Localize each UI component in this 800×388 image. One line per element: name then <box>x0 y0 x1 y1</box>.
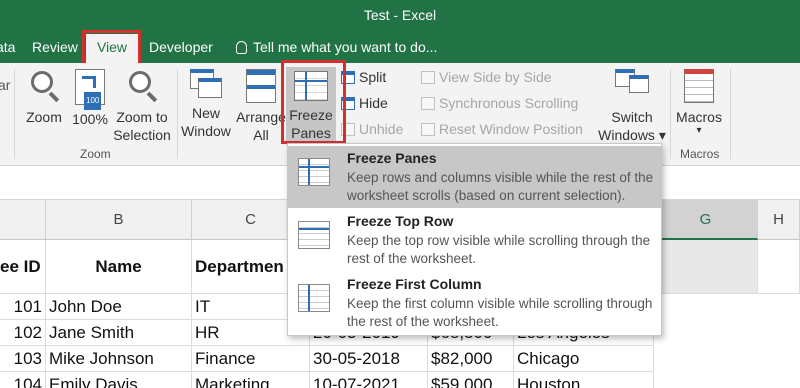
split-button[interactable]: Split <box>341 69 386 85</box>
cell-id[interactable]: 102 <box>0 320 46 346</box>
switch-windows-label-1: Switch <box>611 109 653 125</box>
menu-item-title: Freeze Top Row <box>347 213 454 229</box>
cell-header-id[interactable]: ee ID <box>0 240 46 294</box>
column-header-a[interactable] <box>0 200 46 240</box>
switch-windows-label-2: Windows ▾ <box>598 127 666 143</box>
cell-g-selected[interactable] <box>654 240 758 294</box>
cell-id[interactable]: 103 <box>0 346 46 372</box>
column-header-h[interactable]: H <box>758 200 800 240</box>
macros-label: Macros <box>676 109 722 125</box>
tell-me-search[interactable]: Tell me what you want to do... <box>236 39 437 55</box>
arrange-all-label-1: Arrange <box>236 109 286 125</box>
cell-date[interactable]: 10-07-2021 <box>310 372 428 388</box>
group-separator <box>730 69 731 159</box>
sync-scroll-icon <box>421 97 435 110</box>
hide-button[interactable]: Hide <box>341 95 388 111</box>
unhide-label: Unhide <box>359 121 404 137</box>
reset-position-icon <box>421 123 435 136</box>
zoom-to-selection-button[interactable]: Zoom to Selection <box>112 69 172 144</box>
freeze-panes-highlight <box>281 60 346 144</box>
cell-name[interactable]: Jane Smith <box>46 320 192 346</box>
switch-windows-button[interactable]: Switch Windows ▾ <box>594 69 670 144</box>
freeze-first-column-icon <box>298 284 330 312</box>
unhide-button[interactable]: Unhide <box>341 121 403 137</box>
cell-h[interactable] <box>758 240 800 294</box>
zoom-to-selection-label-1: Zoom to <box>116 109 168 125</box>
cell-name[interactable]: Mike Johnson <box>46 346 192 372</box>
zoom-button[interactable]: Zoom <box>22 69 66 126</box>
reset-window-position-button[interactable]: Reset Window Position <box>421 121 583 137</box>
column-header-b[interactable]: B <box>46 200 192 240</box>
macros-button[interactable]: Macros ▾ <box>674 69 724 136</box>
zoom-label: Zoom <box>26 109 62 125</box>
macros-icon <box>684 69 714 103</box>
cell-name[interactable]: Emily Davis <box>46 372 192 388</box>
new-window-label-2: Window <box>181 123 231 139</box>
menu-item-title: Freeze First Column <box>347 276 482 292</box>
arrange-all-button[interactable]: Arrange All <box>234 69 288 144</box>
macros-dropdown-arrow: ▾ <box>696 125 702 136</box>
view-side-by-side-button[interactable]: View Side by Side <box>421 69 552 85</box>
menu-item-description: Keep the top row visible while scrolling… <box>347 233 651 266</box>
cell-department[interactable]: Finance <box>192 346 310 372</box>
reset-position-label: Reset Window Position <box>439 121 583 137</box>
window-title: Test - Excel <box>363 7 437 23</box>
new-window-icon <box>190 69 222 99</box>
lightbulb-icon <box>236 41 247 54</box>
menu-item-freeze-top-row[interactable]: Freeze Top Row Keep the top row visible … <box>288 209 661 271</box>
zoom-group-label: Zoom <box>80 147 111 161</box>
new-window-button[interactable]: New Window <box>180 69 232 140</box>
menu-item-freeze-panes[interactable]: Freeze Panes Keep rows and columns visib… <box>288 146 661 208</box>
tab-data[interactable]: ata <box>0 39 15 55</box>
zoom-selection-icon <box>127 69 158 103</box>
cell-id[interactable]: 104 <box>0 372 46 388</box>
tab-review[interactable]: Review <box>32 39 78 55</box>
view-tab-highlight <box>82 30 141 66</box>
menu-item-description: Keep the first column visible while scro… <box>347 296 653 329</box>
menu-item-description: Keep rows and columns visible while the … <box>347 170 654 203</box>
cell-salary[interactable]: $59,000 <box>428 372 514 388</box>
synchronous-scrolling-button[interactable]: Synchronous Scrolling <box>421 95 578 111</box>
freeze-panes-menu: Freeze Panes Keep rows and columns visib… <box>287 143 662 336</box>
sync-scroll-label: Synchronous Scrolling <box>439 95 579 111</box>
cell-name[interactable]: John Doe <box>46 294 192 320</box>
cell-id[interactable]: 101 <box>0 294 46 320</box>
title-bar: Test - Excel <box>0 0 800 30</box>
ribbon-left-partial: ar <box>0 77 11 93</box>
group-separator <box>670 69 671 159</box>
zoom-to-selection-label-2: Selection <box>113 127 171 143</box>
side-by-side-icon <box>421 71 435 84</box>
zoom-100-button[interactable]: 100 100% <box>70 69 110 128</box>
zoom-100-label: 100% <box>72 111 108 127</box>
column-header-g[interactable]: G <box>654 200 758 240</box>
tab-developer[interactable]: Developer <box>149 39 213 55</box>
arrange-all-icon <box>246 69 276 103</box>
side-by-side-label: View Side by Side <box>439 69 552 85</box>
zoom-100-icon: 100 <box>75 69 105 110</box>
macros-group-label: Macros <box>680 147 720 161</box>
freeze-top-row-icon <box>298 221 330 249</box>
switch-windows-icon <box>615 69 649 103</box>
tell-me-text: Tell me what you want to do... <box>253 39 438 55</box>
group-separator <box>177 69 178 159</box>
group-separator <box>14 69 15 159</box>
zoom-magnifier-icon <box>29 69 60 103</box>
cell-city[interactable]: Houston <box>514 372 654 388</box>
cell-header-name[interactable]: Name <box>46 240 192 294</box>
menu-item-title: Freeze Panes <box>347 150 437 166</box>
split-label: Split <box>359 69 387 85</box>
hide-label: Hide <box>359 95 388 111</box>
new-window-label-1: New <box>191 105 220 121</box>
menu-item-freeze-first-column[interactable]: Freeze First Column Keep the first colum… <box>288 272 661 334</box>
cell-department[interactable]: Marketing <box>192 372 310 388</box>
cell-date[interactable]: 30-05-2018 <box>310 346 428 372</box>
cell-salary[interactable]: $82,000 <box>428 346 514 372</box>
freeze-panes-icon <box>298 158 330 186</box>
arrange-all-label-2: All <box>253 127 269 143</box>
cell-city[interactable]: Chicago <box>514 346 654 372</box>
